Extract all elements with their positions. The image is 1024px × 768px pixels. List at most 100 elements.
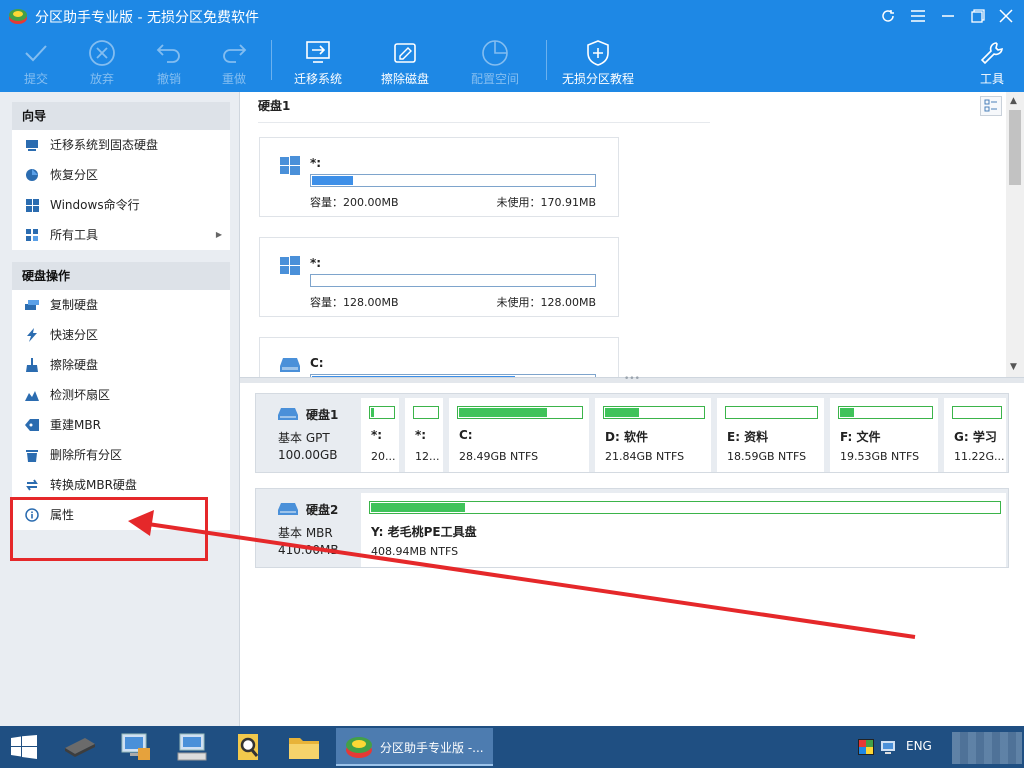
disk-size: 410.00MB (278, 543, 339, 557)
partition-name: C: (459, 428, 473, 442)
sidebar-item-label: Windows命令行 (50, 198, 140, 212)
partition-info: 28.49GB NTFS (459, 450, 539, 463)
magnifier-icon[interactable] (226, 729, 270, 765)
wipe-disk-label: 擦除磁盘 (380, 72, 429, 86)
disk-row[interactable]: 硬盘2 基本 MBR 410.00MB Y: 老毛桃PE工具盘 408.94MB… (255, 488, 1009, 568)
sidebar-item-label: 复制硬盘 (50, 298, 99, 312)
maximize-icon[interactable] (968, 6, 988, 26)
usage-bar (838, 406, 933, 419)
minimize-icon[interactable] (938, 6, 958, 26)
partition-card[interactable]: C: (259, 337, 619, 377)
disk-map: 硬盘1 基本 GPT 100.00GB *: 20... *: 12... C:… (240, 383, 1024, 726)
memory-chip-icon[interactable] (58, 729, 102, 765)
undo-icon (154, 38, 184, 68)
tools-button[interactable]: 工具 (975, 32, 1009, 92)
clock-area[interactable] (952, 732, 1022, 764)
migrate-os-button[interactable]: 迁移系统 (290, 32, 346, 92)
color-display-icon[interactable] (858, 739, 874, 755)
usage-bar (457, 406, 583, 419)
disk-ops-panel: 硬盘操作 复制硬盘 快速分区 擦除硬盘 检测坏扇区 重建MBR 删除所有分区 转… (12, 262, 230, 530)
partition-block[interactable]: Y: 老毛桃PE工具盘 408.94MB NTFS (361, 493, 1006, 567)
sidebar-item-migrate-ssd[interactable]: 迁移系统到固态硬盘 (12, 130, 230, 160)
partition-block[interactable]: F: 文件 19.53GB NTFS (830, 398, 938, 472)
partition-name: Y: 老毛桃PE工具盘 (371, 525, 477, 539)
sidebar-item-rebuild-mbr[interactable]: 重建MBR (12, 410, 230, 440)
partition-card[interactable]: *: 容量：128.00MB 未使用：128.00MB (259, 237, 619, 317)
migrate-os-label: 迁移系统 (293, 72, 342, 86)
view-toggle-button[interactable] (980, 96, 1002, 116)
convert-icon (25, 478, 39, 492)
allocate-space-label: 配置空间 (470, 72, 519, 86)
usage-bar (310, 174, 596, 187)
allocate-space-button[interactable]: 配置空间 (467, 32, 523, 92)
partition-block[interactable]: G: 学习 11.22G... (944, 398, 1006, 472)
partition-block[interactable]: D: 软件 21.84GB NTFS (595, 398, 711, 472)
windows-start-icon[interactable] (2, 729, 46, 765)
disk-drive-icon (278, 408, 298, 420)
disk-drive-icon (280, 358, 300, 372)
undo-button[interactable]: 撤销 (149, 32, 189, 92)
windows-icon (280, 256, 300, 275)
partition-block[interactable]: C: 28.49GB NTFS (449, 398, 589, 472)
trash-icon (25, 448, 39, 462)
submit-button[interactable]: 提交 (16, 32, 56, 92)
usage-fill (312, 176, 353, 185)
sidebar-item-wipe-disk[interactable]: 擦除硬盘 (12, 350, 230, 380)
disk-row[interactable]: 硬盘1 基本 GPT 100.00GB *: 20... *: 12... C:… (255, 393, 1009, 473)
disk-info: 硬盘1 基本 GPT 100.00GB (256, 394, 357, 472)
partition-card[interactable]: *: 容量：200.00MB 未使用：170.91MB (259, 137, 619, 217)
usage-fill (371, 408, 374, 417)
partition-name: *: (371, 428, 383, 442)
toolbar-separator (546, 40, 547, 80)
partition-capacity: 容量：200.00MB (310, 196, 399, 209)
lightning-icon (25, 328, 39, 342)
partition-name: C: (310, 356, 324, 370)
refresh-icon[interactable] (878, 6, 898, 26)
partition-block[interactable]: *: 20... (361, 398, 399, 472)
sidebar-item-recover-partition[interactable]: 恢复分区 (12, 160, 230, 190)
redo-button[interactable]: 重做 (214, 32, 254, 92)
sidebar-item-all-tools[interactable]: 所有工具 ▶ (12, 220, 230, 250)
sidebar-item-label: 重建MBR (50, 418, 101, 432)
partition-name: G: 学习 (954, 430, 997, 444)
menu-icon[interactable] (908, 6, 928, 26)
undo-label: 撤销 (156, 72, 181, 86)
redo-icon (219, 38, 249, 68)
migrate-os-icon (303, 38, 333, 68)
taskbar-window-label: 分区助手专业版 -... (380, 741, 484, 755)
sidebar-item-delete-all[interactable]: 删除所有分区 (12, 440, 230, 470)
usage-bar (369, 406, 395, 419)
disk-drive-icon (278, 503, 298, 515)
usage-bar (725, 406, 818, 419)
language-indicator[interactable]: ENG (906, 739, 932, 753)
sidebar-item-quick-partition[interactable]: 快速分区 (12, 320, 230, 350)
folder-icon[interactable] (282, 729, 326, 765)
vertical-scrollbar[interactable]: ▲ ▼ (1006, 92, 1024, 377)
partition-info: 19.53GB NTFS (840, 450, 920, 463)
wipe-disk-button[interactable]: 擦除磁盘 (377, 32, 433, 92)
partition-block[interactable]: E: 资料 18.59GB NTFS (717, 398, 824, 472)
sidebar-item-windows-cmd[interactable]: Windows命令行 (12, 190, 230, 220)
tag-icon (25, 418, 39, 432)
network-icon[interactable] (880, 739, 896, 755)
sidebar-item-convert-mbr[interactable]: 转换成MBR硬盘 (12, 470, 230, 500)
tutorial-button[interactable]: 无损分区教程 (558, 32, 638, 92)
submit-label: 提交 (23, 72, 48, 86)
partition-block[interactable]: *: 12... (405, 398, 443, 472)
chevron-right-icon: ▶ (215, 230, 222, 239)
taskbar-active-window[interactable]: 分区助手专业版 -... (336, 728, 493, 766)
scroll-thumb[interactable] (1009, 110, 1021, 185)
scroll-up-icon[interactable]: ▲ (1010, 96, 1017, 106)
disk-name: 硬盘1 (306, 408, 339, 422)
close-icon[interactable] (996, 6, 1016, 26)
sidebar-item-copy-disk[interactable]: 复制硬盘 (12, 290, 230, 320)
wizard-panel: 向导 迁移系统到固态硬盘 恢复分区 Windows命令行 所有工具 ▶ (12, 102, 230, 250)
keyboard-computer-icon[interactable] (170, 729, 214, 765)
partition-info: 11.22G... (954, 450, 1004, 463)
disk-type: 基本 GPT (278, 431, 330, 445)
discard-button[interactable]: 放弃 (82, 32, 122, 92)
computer-network-icon[interactable] (114, 729, 158, 765)
sidebar-item-bad-sector[interactable]: 检测坏扇区 (12, 380, 230, 410)
sidebar-item-label: 快速分区 (50, 328, 99, 342)
scroll-down-icon[interactable]: ▼ (1010, 362, 1017, 372)
